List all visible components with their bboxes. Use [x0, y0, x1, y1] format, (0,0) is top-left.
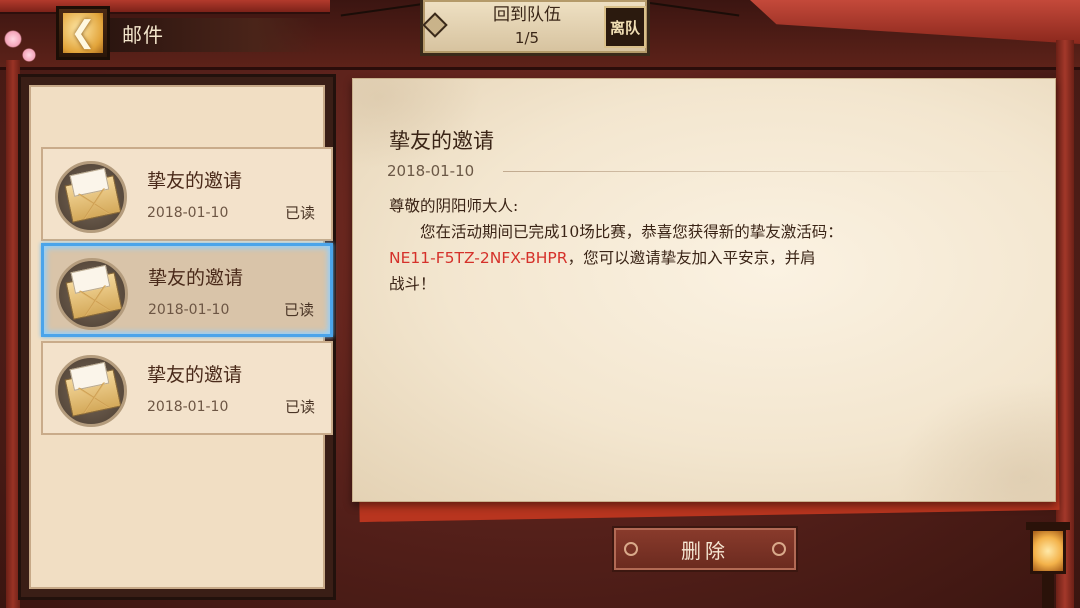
blossom-decoration — [4, 30, 22, 48]
mail-item-title: 挚友的邀请 — [147, 364, 243, 386]
mail-avatar — [55, 355, 127, 427]
ornament-icon — [772, 542, 786, 556]
ornament-icon — [624, 542, 638, 556]
roof-eave-left — [0, 0, 330, 14]
letter-line: 战斗！ — [389, 275, 436, 293]
activation-code: NE11-F5TZ-2NFX-BHPR — [389, 249, 568, 267]
mail-list[interactable]: 挚友的邀请 2018-01-10 已读 挚友的邀请 2018-01-10 已读 — [29, 85, 333, 589]
mail-list-panel: 挚友的邀请 2018-01-10 已读 挚友的邀请 2018-01-10 已读 — [18, 74, 336, 600]
cloud-pattern-decoration — [895, 381, 1055, 501]
mail-avatar — [55, 161, 127, 233]
chevron-left-icon: ❮ — [63, 13, 103, 53]
envelope-icon — [64, 361, 122, 417]
delete-button-label: 删除 — [681, 538, 729, 563]
blossom-decoration — [22, 48, 36, 62]
letter-panel: 挚友的邀请 2018-01-10 尊敬的阴阳师大人: 您在活动期间已完成10场比… — [352, 78, 1056, 502]
delete-button[interactable]: 删除 — [612, 526, 798, 572]
envelope-icon — [65, 264, 123, 320]
letter-greeting: 尊敬的阴阳师大人: — [389, 197, 519, 215]
back-button[interactable]: ❮ — [56, 6, 110, 60]
mail-list-item[interactable]: 挚友的邀请 2018-01-10 已读 — [41, 147, 333, 241]
team-member-count: 1/5 — [514, 29, 540, 47]
mail-item-status: 已读 — [284, 204, 315, 222]
mail-item-status: 已读 — [284, 398, 315, 416]
page-title: 邮件 — [122, 23, 164, 47]
lantern-post — [1042, 574, 1054, 608]
mail-item-date: 2018-01-10 — [148, 302, 230, 318]
leave-team-button[interactable]: 离队 — [604, 6, 646, 48]
lantern-icon — [1030, 528, 1066, 574]
return-to-team-label: 回到队伍 — [493, 5, 561, 25]
cloud-pattern-decoration — [353, 79, 483, 169]
mail-item-title: 挚友的邀请 — [147, 170, 243, 192]
mail-item-title: 挚友的邀请 — [148, 267, 244, 289]
mail-avatar — [56, 258, 128, 330]
letter-divider — [503, 171, 1023, 172]
letter-body: 尊敬的阴阳师大人: 您在活动期间已完成10场比赛，恭喜您获得新的挚友激活码： N… — [389, 193, 949, 297]
letter-line: ，您可以邀请挚友加入平安京，并肩 — [567, 249, 816, 267]
letter-line: 您在活动期间已完成10场比赛，恭喜您获得新的挚友激活码： — [420, 223, 843, 241]
mail-list-item[interactable]: 挚友的邀请 2018-01-10 已读 — [41, 341, 333, 435]
mail-item-date: 2018-01-10 — [147, 399, 229, 415]
envelope-icon — [64, 167, 122, 223]
mail-list-item-selected[interactable]: 挚友的邀请 2018-01-10 已读 — [41, 243, 333, 337]
mail-item-status: 已读 — [283, 301, 314, 319]
mail-item-date: 2018-01-10 — [147, 205, 229, 221]
letter-title: 挚友的邀请 — [389, 129, 494, 153]
letter-code-line: NE11-F5TZ-2NFX-BHPR，您可以邀请挚友加入平安京，并肩 — [389, 245, 949, 271]
letter-date: 2018-01-10 — [387, 162, 475, 180]
